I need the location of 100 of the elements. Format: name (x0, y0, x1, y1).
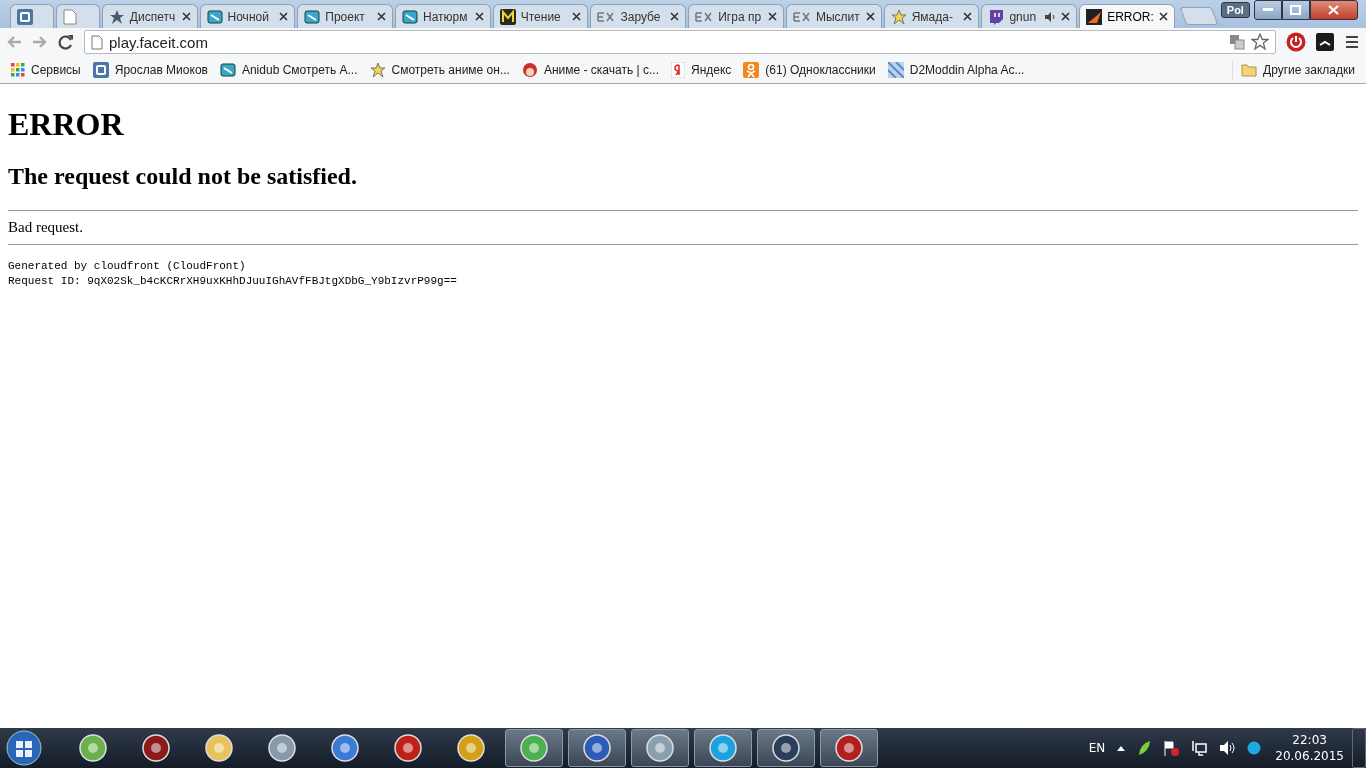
bookmark-item[interactable]: (61) Одноклассники (738, 59, 881, 80)
footer-line: Request ID: 9qX02Sk_b4cKCRrXH9uxKHhDJuuIGhAVfFBJtgXDbG_Y9bIzvrP99g== (8, 275, 457, 287)
site-logo-icon (597, 10, 616, 23)
sphere-icon[interactable] (1247, 741, 1262, 755)
site-logo-icon (792, 10, 811, 23)
app-icon (645, 733, 675, 763)
bookmark-item[interactable]: Яндекс (665, 59, 737, 80)
profile-button[interactable]: Pol (1220, 2, 1250, 18)
bookmark-item[interactable]: Anidub Смотреть А... (214, 59, 363, 80)
site-logo-icon (695, 10, 714, 23)
close-icon[interactable] (767, 12, 777, 21)
search-engine-logo-icon (670, 61, 685, 78)
clock[interactable]: 22:03 20.06.2015 (1275, 732, 1344, 764)
show-desktop-button[interactable] (1352, 728, 1366, 768)
app-icon (771, 733, 801, 763)
app-icon (204, 733, 234, 763)
close-icon[interactable] (377, 12, 386, 21)
app-icon (582, 733, 612, 763)
anime-logo-icon (206, 8, 223, 25)
close-icon[interactable] (865, 12, 875, 21)
star-icon[interactable] (1251, 33, 1269, 51)
star-icon (108, 8, 125, 25)
app-icon (267, 733, 297, 763)
footer-line: Generated by cloudfront (CloudFront) (8, 260, 246, 272)
pattern-logo-icon (887, 61, 904, 78)
app-icon (78, 733, 108, 763)
browser-tab[interactable]: Натюрм (395, 4, 491, 28)
letter-logo-icon (499, 8, 516, 25)
app-icon (330, 733, 360, 763)
close-icon[interactable] (1158, 12, 1168, 21)
power-icon[interactable] (1286, 32, 1306, 52)
app-icon (141, 733, 171, 763)
app-icon (456, 733, 486, 763)
maximize-icon (1290, 5, 1302, 15)
bookmark-item[interactable]: Ярослав Миоков (87, 59, 213, 80)
browser-tab[interactable] (55, 4, 100, 28)
error-subheading: The request could not be satisfied. (8, 163, 358, 190)
language-indicator[interactable]: EN (1088, 741, 1106, 755)
browser-tab[interactable]: Диспетч (101, 4, 198, 28)
taskbar-app[interactable] (694, 729, 752, 767)
browser-tab[interactable]: ERROR: (1079, 4, 1175, 28)
social-logo-icon (92, 61, 109, 78)
site-logo-icon (1086, 8, 1103, 25)
close-icon[interactable] (670, 12, 680, 21)
app-icon (393, 733, 423, 763)
chevron-up-icon[interactable] (1117, 745, 1126, 751)
close-icon[interactable] (279, 12, 289, 21)
address-bar[interactable]: play.faceit.com (84, 30, 1276, 54)
reload-icon[interactable] (58, 34, 74, 50)
other-bookmarks-folder[interactable]: Другие закладки (1232, 60, 1360, 79)
close-icon[interactable] (572, 12, 582, 21)
start-button[interactable] (4, 729, 44, 767)
leaf-icon[interactable] (1137, 740, 1152, 756)
social-logo-icon (743, 61, 760, 78)
taskbar-app[interactable] (820, 729, 878, 767)
flag-icon[interactable] (1163, 740, 1180, 756)
speaker-icon[interactable] (1219, 740, 1236, 756)
star-icon (369, 61, 386, 78)
apps-grid-icon (11, 62, 25, 77)
browser-tab[interactable]: Мыслит (785, 4, 882, 28)
browser-tab[interactable]: Игра пр (688, 4, 784, 28)
character-icon (521, 61, 538, 78)
bookmark-item[interactable]: Смотреть аниме он... (364, 59, 515, 80)
close-icon[interactable] (963, 12, 973, 21)
menu-icon[interactable] (1344, 35, 1360, 49)
anime-logo-icon (402, 8, 418, 25)
browser-tab[interactable]: Проект (297, 4, 393, 28)
close-icon (1328, 5, 1340, 15)
browser-tab[interactable]: Чтение (492, 4, 589, 28)
close-icon[interactable] (1061, 12, 1071, 21)
anime-logo-icon (219, 61, 236, 78)
network-icon[interactable] (1191, 740, 1208, 756)
maximize-button[interactable] (1281, 0, 1310, 20)
extension-icon[interactable] (1316, 33, 1334, 51)
folder-icon (1241, 62, 1258, 77)
page-icon (62, 8, 77, 25)
error-heading: ERROR (8, 106, 125, 143)
page-icon (91, 34, 103, 50)
close-icon[interactable] (474, 12, 484, 21)
app-icon (708, 733, 738, 763)
browser-tab[interactable]: Зарубе (590, 4, 687, 28)
bookmark-item[interactable]: Сервисы (6, 60, 86, 79)
error-message: Bad request. (8, 219, 84, 236)
app-icon (834, 733, 864, 763)
minimize-button[interactable] (1253, 0, 1282, 20)
browser-tab[interactable]: Ночной (199, 4, 296, 28)
star-icon (890, 8, 907, 25)
app-icon (519, 733, 549, 763)
taskbar-app[interactable] (505, 729, 563, 767)
bookmark-item[interactable]: D2Moddin Alpha Ac... (882, 59, 1030, 80)
browser-tab[interactable]: Ямада- (883, 4, 980, 28)
bookmark-item[interactable]: Аниме - скачать | с... (516, 59, 664, 80)
taskbar-app[interactable] (568, 729, 626, 767)
taskbar-app[interactable] (757, 729, 815, 767)
taskbar-app[interactable] (631, 729, 689, 767)
close-button[interactable] (1309, 0, 1358, 20)
browser-tab[interactable] (10, 4, 54, 28)
browser-tab[interactable]: gnun (981, 4, 1078, 28)
translate-icon[interactable] (1229, 34, 1245, 50)
close-icon[interactable] (181, 12, 191, 21)
